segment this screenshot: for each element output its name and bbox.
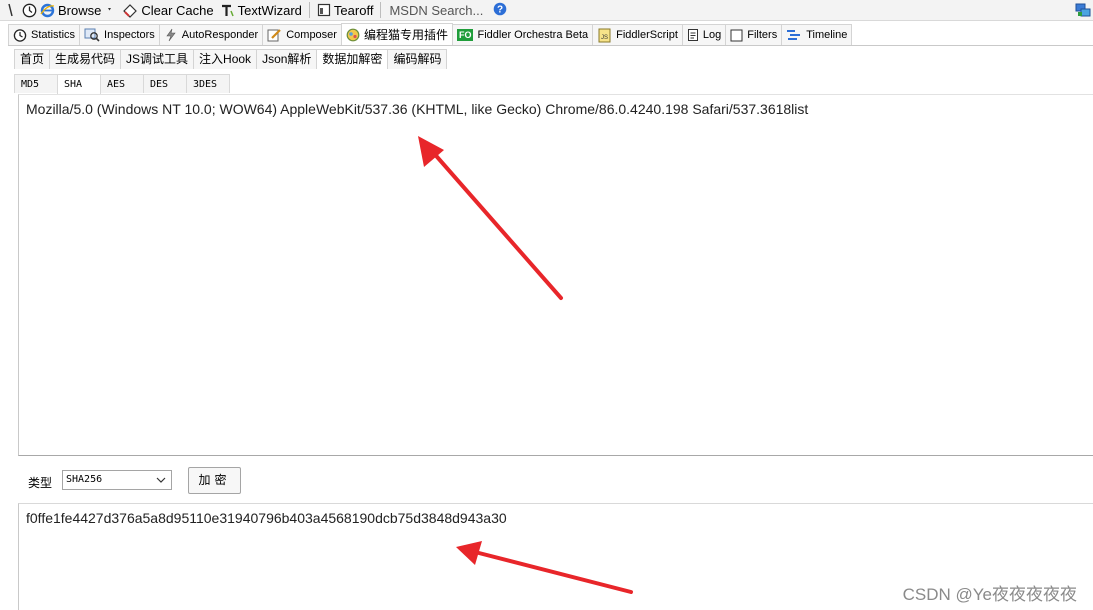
tab-label: Inspectors (104, 29, 155, 41)
csdn-watermark: CSDN @Ye夜夜夜夜夜 (902, 585, 1077, 604)
eraser-icon (123, 3, 138, 18)
tearoff-label: Tearoff (333, 2, 374, 18)
tab-label: Composer (286, 29, 337, 41)
plugin-sub-tabs: 首页 生成易代码 JS调试工具 注入Hook Json解析 数据加解密 编码解码 (14, 49, 448, 69)
log-document-icon (687, 29, 698, 41)
stream-button[interactable] (0, 0, 19, 20)
tab-label: AutoResponder (181, 29, 259, 41)
textwizard-label: TextWizard (237, 2, 302, 18)
clear-cache-label: Clear Cache (141, 2, 214, 18)
plugin-icon (346, 28, 360, 41)
tab-data-crypto[interactable]: 数据加解密 (316, 49, 389, 69)
tab-fiddlerscript[interactable]: JS FiddlerScript (592, 24, 683, 45)
tab-generate-code[interactable]: 生成易代码 (49, 49, 122, 69)
timeline-icon (787, 29, 801, 40)
tab-label: 编程猫专用插件 (363, 28, 448, 42)
help-icon[interactable]: ? (493, 2, 507, 19)
tab-timeline[interactable]: Timeline (781, 24, 853, 45)
clock-icon (22, 3, 37, 17)
textwizard-icon (221, 4, 234, 16)
tab-log[interactable]: Log (681, 24, 727, 45)
tab-sha[interactable]: SHA (57, 74, 101, 94)
hash-type-select[interactable]: SHA256 (62, 470, 172, 490)
input-textarea[interactable]: Mozilla/5.0 (Windows NT 10.0; WOW64) App… (18, 94, 1093, 456)
inspector-tab-strip: Statistics Inspectors AutoResponder Comp… (8, 23, 1093, 46)
tab-label: Fiddler Orchestra Beta (477, 29, 589, 41)
tab-inject-hook[interactable]: 注入Hook (193, 49, 258, 69)
tab-js-debug[interactable]: JS调试工具 (120, 49, 195, 69)
hash-type-value: SHA256 (66, 474, 103, 485)
tab-home[interactable]: 首页 (14, 49, 51, 69)
ie-browser-icon (40, 3, 55, 17)
toolbar-divider (380, 2, 382, 18)
chevron-down-icon (108, 8, 112, 11)
tab-encode-decode[interactable]: 编码解码 (387, 49, 448, 69)
tab-aes[interactable]: AES (100, 74, 144, 93)
tab-label: Filters (747, 29, 778, 41)
encrypt-button[interactable]: 加密 (188, 467, 241, 494)
browse-label: Browse (58, 2, 102, 18)
tab-autoresponder[interactable]: AutoResponder (158, 24, 264, 45)
input-text: Mozilla/5.0 (Windows NT 10.0; WOW64) App… (26, 101, 809, 117)
checkbox-icon (730, 29, 743, 41)
tab-label: Timeline (806, 29, 848, 41)
tab-inspectors[interactable]: Inspectors (79, 24, 160, 45)
svg-text:JS: JS (601, 35, 608, 41)
tab-composer[interactable]: Composer (262, 24, 342, 45)
chevron-down-icon (156, 477, 166, 483)
online-status-icon[interactable] (1075, 2, 1091, 21)
lightning-icon (166, 28, 176, 42)
fo-badge-icon: FO (456, 29, 474, 41)
top-toolbar: Browse Clear Cache TextWizard Tearoff MS… (0, 0, 1093, 21)
script-file-icon: JS (598, 28, 611, 42)
msdn-search-input[interactable]: MSDN Search... (385, 0, 487, 20)
textwizard-button[interactable]: TextWizard (217, 0, 305, 20)
tab-label: Log (702, 29, 722, 41)
tab-label: FiddlerScript (616, 29, 678, 41)
pencil-icon (267, 29, 281, 42)
hash-controls: 类型 SHA256 加密 (18, 460, 1093, 502)
tab-fiddler-orchestra[interactable]: FO Fiddler Orchestra Beta (451, 24, 594, 45)
browse-button[interactable]: Browse (19, 0, 119, 20)
clock-icon (8, 3, 13, 17)
algorithm-tabs: MD5 SHA AES DES 3DES (14, 74, 230, 94)
tearoff-icon (317, 3, 331, 17)
tab-des[interactable]: DES (143, 74, 187, 93)
magnifier-icon (84, 28, 100, 42)
tab-md5[interactable]: MD5 (14, 74, 58, 93)
tearoff-button[interactable]: Tearoff (314, 0, 377, 20)
tab-json-parse[interactable]: Json解析 (256, 49, 318, 69)
type-label: 类型 (28, 476, 53, 490)
tab-codecat-plugin[interactable]: 编程猫专用插件 (340, 23, 453, 45)
tab-filters[interactable]: Filters (725, 24, 783, 45)
toolbar-divider (308, 2, 310, 18)
tab-3des[interactable]: 3DES (186, 74, 230, 93)
tab-label: Statistics (31, 29, 76, 41)
clear-cache-button[interactable]: Clear Cache (119, 0, 216, 20)
tab-statistics[interactable]: Statistics (8, 24, 81, 45)
svg-text:?: ? (497, 4, 503, 15)
output-hash-text: f0ffe1fe4427d376a5a8d95110e31940796b403a… (26, 510, 507, 526)
stopwatch-icon (13, 29, 27, 42)
